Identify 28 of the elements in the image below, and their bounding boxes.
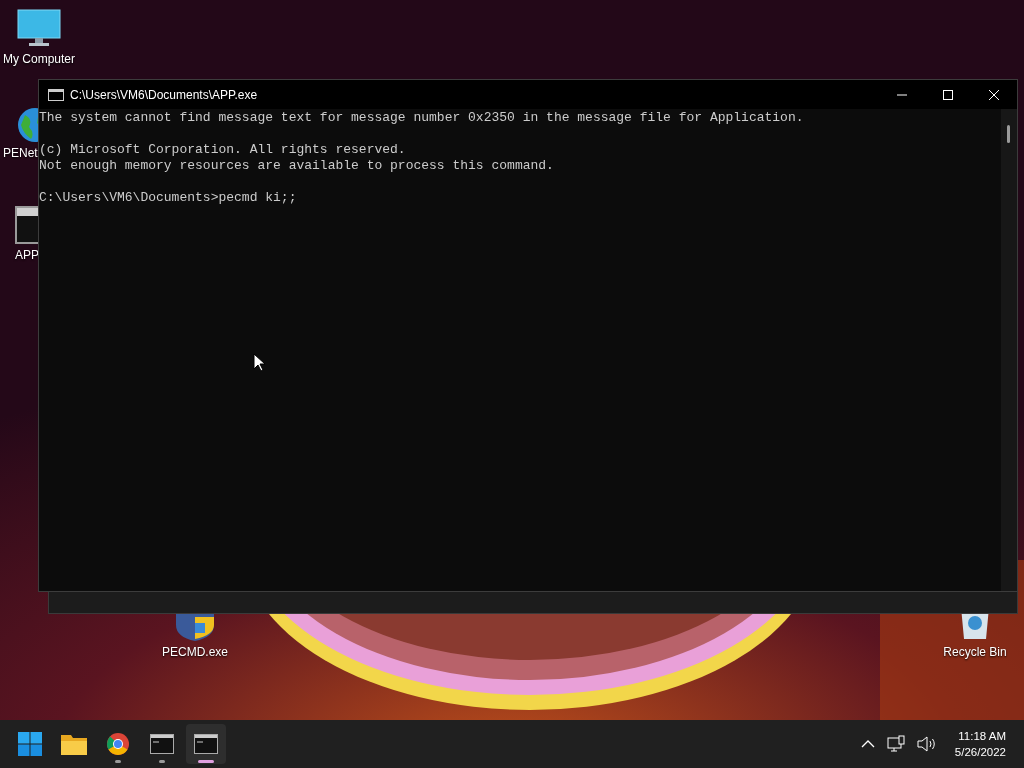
console-icon	[48, 88, 64, 101]
console-line: (c) Microsoft Corporation. All rights reserved.	[39, 142, 406, 158]
desktop-icon-label[interactable]: APP	[15, 248, 39, 262]
close-icon	[988, 88, 1000, 101]
speaker-icon[interactable]	[916, 736, 937, 752]
console-line: The system cannot find message text for message number 0x2350 in the message file for Application.	[39, 110, 804, 126]
monitor-icon[interactable]	[17, 8, 61, 48]
chevron-up-icon[interactable]	[860, 739, 875, 749]
console-icon[interactable]	[15, 206, 38, 244]
desktop-icon-label[interactable]: My Computer	[3, 52, 75, 66]
console-icon	[194, 734, 218, 754]
folder-icon	[61, 733, 87, 755]
console-line: C:\Users\VM6\Documents>pecmd ki;;	[39, 190, 297, 206]
scrollbar[interactable]	[1001, 109, 1017, 591]
clock-time[interactable]: 11:18 AM	[958, 728, 1006, 744]
window-title: C:\Users\VM6\Documents\APP.exe	[70, 87, 258, 102]
clock-date[interactable]: 5/26/2022	[954, 744, 1006, 760]
taskbar-app-button[interactable]	[186, 724, 226, 764]
desktop-icon-label[interactable]: Recycle Bin	[943, 645, 1007, 659]
pointer-icon	[253, 353, 265, 372]
console-icon	[150, 734, 174, 754]
browser-icon	[106, 732, 130, 756]
windows-logo-icon	[18, 732, 42, 756]
console-line: Not enough memory resources are available to process this command.	[39, 158, 554, 174]
network-icon[interactable]	[886, 735, 905, 753]
maximize-icon	[942, 88, 954, 101]
desktop-icon-label[interactable]: PENet	[3, 146, 38, 160]
desktop-icon-label[interactable]: PECMD.exe	[162, 645, 228, 659]
